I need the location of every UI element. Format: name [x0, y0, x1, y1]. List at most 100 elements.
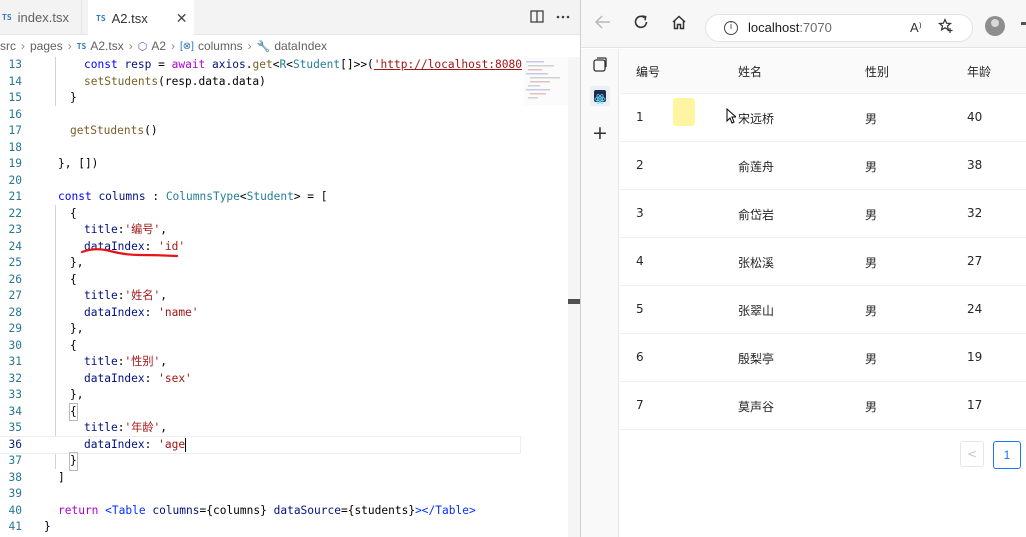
- cell-name: 张翠山: [738, 304, 775, 318]
- profile-avatar-icon[interactable]: [985, 16, 1005, 36]
- code-line: 31 title:'性别',: [8, 355, 168, 368]
- react-app-tab-icon[interactable]: [590, 86, 610, 106]
- editor-scrollbar[interactable]: [568, 57, 580, 537]
- code-line: 25},: [8, 256, 84, 269]
- code-line: 38]: [8, 470, 65, 484]
- cell-age: 19: [967, 350, 983, 364]
- react-logo-icon: [594, 90, 606, 104]
- breadcrumb-variable[interactable]: columns: [198, 39, 243, 53]
- table-row: 5 张翠山 男 24: [620, 286, 1026, 334]
- code-line: 28 dataIndex: 'name': [8, 305, 199, 319]
- property-wrench-icon: 🔧: [256, 40, 271, 53]
- cell-age: 38: [967, 158, 983, 172]
- cell-sex: 男: [865, 352, 878, 366]
- column-header-sex: 性别: [865, 65, 890, 79]
- column-header-name: 姓名: [738, 65, 763, 79]
- cell-name: 殷梨亭: [738, 352, 775, 366]
- code-line: 26{: [8, 272, 77, 286]
- cell-id: 7: [636, 398, 644, 412]
- code-line: 20: [8, 173, 22, 187]
- cell-sex: 男: [865, 400, 878, 414]
- breadcrumb-component[interactable]: A2: [151, 39, 166, 53]
- cell-name: 俞岱岩: [738, 208, 775, 222]
- split-editor-icon[interactable]: [530, 10, 544, 27]
- url-host: localhost: [748, 20, 800, 35]
- table-row: 3 俞岱岩 男 32: [620, 190, 1026, 238]
- tab-label: A2.tsx: [111, 10, 148, 26]
- breadcrumb-src[interactable]: src: [0, 39, 16, 53]
- cell-age: 24: [967, 302, 983, 316]
- pagination-page-1[interactable]: 1: [993, 441, 1021, 469]
- code-line-current: 36 dataIndex: 'age: [0, 435, 521, 454]
- table-row: 6 殷梨亭 男 19: [620, 334, 1026, 382]
- pagination-prev-button[interactable]: <: [960, 441, 984, 467]
- cell-id: 6: [636, 350, 644, 364]
- cell-id: 4: [636, 254, 644, 268]
- code-line: 19}, []): [8, 157, 99, 170]
- url-port: :7070: [799, 20, 832, 35]
- cell-id: 1: [636, 110, 644, 124]
- address-bar[interactable]: i localhost:7070 A⁾: [705, 14, 973, 42]
- chevron-right-icon: ›: [128, 39, 133, 53]
- new-tab-plus-icon[interactable]: +: [590, 123, 610, 143]
- cell-id: 2: [636, 158, 644, 172]
- table-row: 4 张松溪 男 27: [620, 238, 1026, 286]
- cell-sex: 男: [865, 304, 878, 318]
- read-aloud-icon[interactable]: A⁾: [910, 20, 922, 36]
- code-line: 24 dataIndex: 'id': [8, 239, 186, 253]
- code-editor[interactable]: TS index.tsx TS A2.tsx ✕ src › pages › T…: [0, 0, 580, 537]
- tab-actions-icon[interactable]: [590, 57, 610, 77]
- mouse-highlight-marker: [673, 98, 695, 126]
- browser-window: i localhost:7070 A⁾ + 编号 姓名 性别 年龄 1 宋远桥 …: [580, 0, 1026, 537]
- column-header-age: 年龄: [967, 65, 992, 79]
- browser-toolbar: i localhost:7070 A⁾: [581, 0, 1026, 48]
- tab-index-tsx[interactable]: TS index.tsx: [0, 0, 82, 35]
- code-line: 16: [8, 107, 22, 121]
- mouse-pointer-icon: [726, 108, 736, 124]
- chevron-right-icon: ›: [21, 39, 25, 53]
- close-tab-icon[interactable]: ✕: [176, 10, 188, 27]
- code-line: 30{: [8, 338, 77, 352]
- browser-sidebar: +: [581, 49, 619, 537]
- variable-symbol-icon: [⊗]: [180, 40, 194, 52]
- typescript-file-icon: TS: [2, 13, 12, 22]
- site-info-icon[interactable]: i: [724, 21, 738, 35]
- minimap[interactable]: [524, 57, 568, 105]
- code-line: 17 getStudents(): [8, 124, 158, 137]
- browser-menu-icon[interactable]: [1021, 22, 1026, 25]
- tab-a2-tsx[interactable]: TS A2.tsx ✕: [88, 0, 194, 36]
- cell-name: 宋远桥: [738, 112, 775, 126]
- chevron-right-icon: ›: [247, 39, 252, 53]
- column-header-id: 编号: [636, 65, 661, 79]
- cell-age: 17: [967, 398, 983, 412]
- table-row: 7 莫声谷 男 17: [620, 382, 1026, 430]
- typescript-file-icon: TS: [76, 41, 87, 51]
- reload-icon[interactable]: [633, 14, 649, 35]
- code-line: 41}: [8, 520, 51, 533]
- editor-scroll-thumb[interactable]: [568, 299, 580, 304]
- code-line: 15}: [8, 91, 77, 104]
- cell-sex: 男: [865, 256, 878, 270]
- code-line: 14 setStudents(resp.data.data): [8, 74, 266, 88]
- cell-name: 张松溪: [738, 256, 775, 270]
- more-actions-icon[interactable]: [556, 10, 570, 27]
- cell-sex: 男: [865, 208, 878, 222]
- cell-name: 莫声谷: [738, 400, 775, 414]
- code-line: 33},: [8, 388, 84, 401]
- code-line: 18: [8, 140, 22, 154]
- code-area[interactable]: 13 const resp = await axios.get<R<Student…: [0, 57, 522, 536]
- code-line: 32 dataIndex: 'sex': [8, 371, 192, 385]
- breadcrumb-file[interactable]: A2.tsx: [90, 39, 123, 53]
- cell-sex: 男: [865, 160, 878, 174]
- cell-age: 27: [967, 254, 983, 268]
- chevron-right-icon: ›: [67, 39, 72, 53]
- code-line: 40 return <Table columns={columns} dataSo…: [8, 503, 476, 517]
- breadcrumb-pages[interactable]: pages: [30, 39, 63, 53]
- url-text[interactable]: localhost:7070: [748, 20, 832, 35]
- home-icon[interactable]: [671, 15, 687, 34]
- add-favorite-star-icon[interactable]: [937, 17, 954, 38]
- breadcrumb-property[interactable]: dataIndex: [274, 39, 327, 53]
- editor-tab-bar: TS index.tsx TS A2.tsx ✕: [0, 0, 580, 36]
- cell-id: 3: [636, 206, 644, 220]
- back-arrow-icon[interactable]: [594, 14, 611, 34]
